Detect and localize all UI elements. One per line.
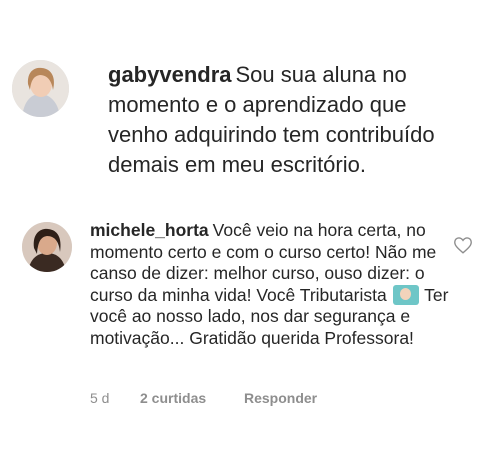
comment-meta: 5 d 2 curtidas Responder xyxy=(90,390,317,406)
comment-text: michele_horta Você veio na hora certa, no… xyxy=(90,220,450,349)
timestamp: 5 d xyxy=(90,390,110,406)
avatar[interactable] xyxy=(22,222,72,272)
avatar[interactable] xyxy=(12,60,69,117)
username-link[interactable]: michele_horta xyxy=(90,220,209,240)
username-link[interactable]: gabyvendra xyxy=(108,62,232,87)
reply-button[interactable]: Responder xyxy=(244,390,317,406)
woman-teacher-emoji xyxy=(392,284,419,305)
heart-outline-icon[interactable] xyxy=(452,234,474,256)
likes-count-button[interactable]: 2 curtidas xyxy=(140,390,244,406)
comment-text: gabyvendra Sou sua aluna no momento e o a… xyxy=(108,60,453,180)
